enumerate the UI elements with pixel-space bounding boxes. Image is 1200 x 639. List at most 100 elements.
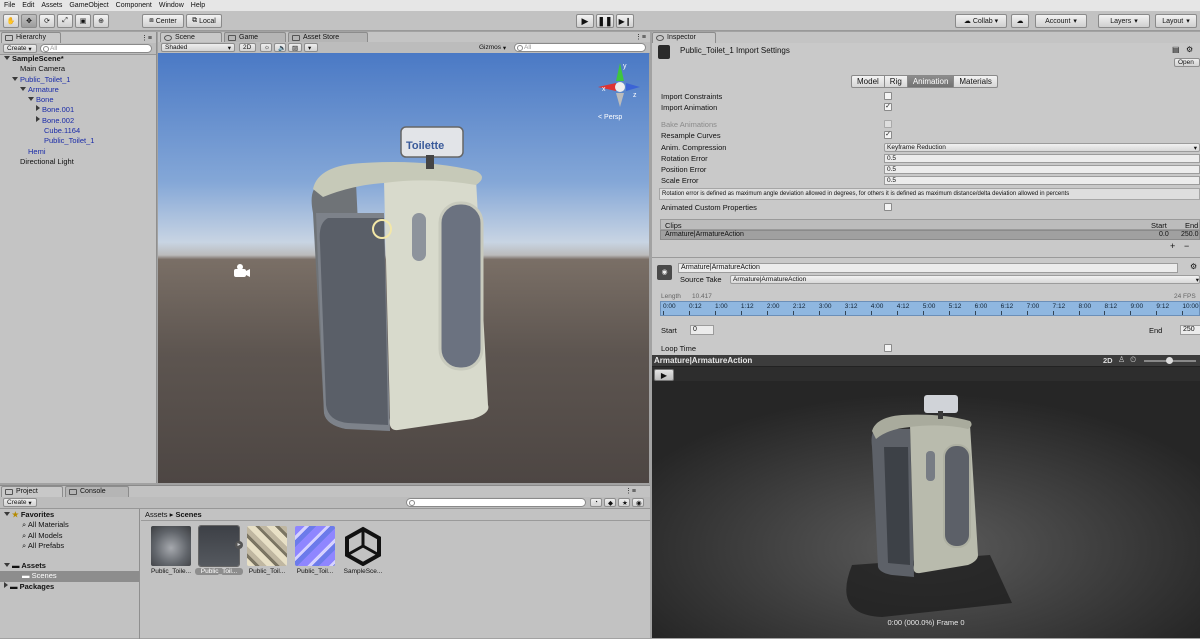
scene-view[interactable]: Toilette x y z < Persp: [158, 53, 649, 483]
anim-compression-dropdown[interactable]: Keyframe Reduction ▾: [884, 143, 1200, 152]
animated-custom-properties-checkbox[interactable]: [884, 203, 892, 211]
lighting-toggle[interactable]: ☼: [260, 43, 272, 52]
resample-curves-checkbox[interactable]: ✓: [884, 131, 892, 139]
menu-item-help[interactable]: Help: [191, 2, 205, 9]
hand-tool-button[interactable]: ✋: [3, 14, 19, 28]
animation-preview[interactable]: Armature|ArmatureAction 2D ♙ ⏲ ▶ 0:00 (0…: [652, 355, 1200, 638]
chevron-down-icon[interactable]: [28, 97, 34, 102]
asset-label[interactable]: Public_Toil...: [243, 568, 291, 575]
hierarchy-item[interactable]: Bone.001: [0, 105, 156, 115]
chevron-down-icon[interactable]: [20, 86, 26, 91]
chevron-down-icon[interactable]: [12, 76, 18, 81]
hierarchy-search-input[interactable]: All: [40, 44, 152, 53]
create-dropdown[interactable]: Create ▾: [3, 44, 37, 53]
asset-thumbnail-model[interactable]: [151, 526, 191, 566]
remove-clip-button[interactable]: −: [1184, 241, 1189, 251]
asset-thumbnail-scene[interactable]: [343, 526, 383, 566]
rotate-tool-button[interactable]: ⟳: [39, 14, 55, 28]
asset-label[interactable]: Public_Toil...: [195, 568, 243, 575]
filter-label-button[interactable]: ◆: [604, 498, 616, 507]
menu-item-file[interactable]: File: [4, 2, 15, 9]
tab-rig[interactable]: Rig: [884, 75, 908, 88]
scenes-folder[interactable]: ▬ Scenes: [0, 571, 139, 582]
hierarchy-item[interactable]: Main Camera: [0, 64, 156, 74]
tab-hierarchy[interactable]: Hierarchy: [1, 32, 61, 43]
gizmos-dropdown[interactable]: Gizmos ▾: [476, 43, 512, 52]
rect-tool-button[interactable]: ▣: [75, 14, 91, 28]
step-button[interactable]: ▶❙: [616, 14, 634, 28]
asset-label[interactable]: Public_Toile...: [147, 568, 195, 575]
favorites-item-2[interactable]: ⌕ All Models: [0, 531, 139, 541]
tab-project[interactable]: Project: [1, 486, 63, 497]
settings-icon[interactable]: ⚙: [1190, 262, 1197, 271]
hierarchy-item[interactable]: SampleScene*: [0, 54, 156, 64]
help-icon[interactable]: ▤: [1172, 45, 1180, 54]
start-frame-field[interactable]: 0: [690, 325, 714, 335]
tab-materials[interactable]: Materials: [954, 75, 998, 88]
project-search-input[interactable]: [406, 498, 586, 507]
packages-folder[interactable]: ▬ Packages: [0, 581, 139, 592]
clip-name-field[interactable]: Armature|ArmatureAction: [678, 263, 1178, 273]
import-constraints-checkbox[interactable]: [884, 92, 892, 100]
source-take-dropdown[interactable]: Armature|ArmatureAction ▾: [730, 275, 1200, 284]
import-animation-checkbox[interactable]: ✓: [884, 103, 892, 111]
chevron-right-icon[interactable]: [36, 115, 40, 122]
clip-timeline[interactable]: 0:00 0:12 1:00 1:12 2:00 2:12 3:00 3:12 4:00 4:12…: [660, 301, 1200, 316]
end-frame-field[interactable]: 250: [1180, 325, 1200, 335]
pivot-local-button[interactable]: ⧉ Local: [186, 14, 222, 28]
hierarchy-item[interactable]: Public_Toilet_1: [0, 136, 156, 146]
play-button[interactable]: ▶: [576, 14, 594, 28]
tab-model[interactable]: Model: [851, 75, 885, 88]
hierarchy-item[interactable]: Cube.1164: [0, 126, 156, 136]
pause-button[interactable]: ❚❚: [596, 14, 614, 28]
scene-search-input[interactable]: All: [514, 43, 646, 52]
tab-inspector[interactable]: Inspector: [652, 32, 716, 43]
pivot-center-button[interactable]: ⧈ Center: [142, 14, 184, 28]
open-button[interactable]: Open: [1174, 58, 1200, 67]
asset-thumbnail-normal-map[interactable]: [295, 526, 335, 566]
menu-item-assets[interactable]: Assets: [41, 2, 62, 9]
clip-row-selected[interactable]: Armature|ArmatureAction 0.0 250.0: [660, 230, 1200, 240]
hierarchy-item[interactable]: Bone: [0, 95, 156, 105]
panel-menu-icon[interactable]: ⋮≡: [635, 33, 646, 41]
panel-menu-icon[interactable]: ⋮≡: [141, 34, 152, 42]
asset-thumbnail-model-selected[interactable]: [198, 525, 240, 567]
effects-dropdown[interactable]: ▨: [288, 43, 302, 52]
asset-thumbnail-texture[interactable]: [247, 526, 287, 566]
tab-console[interactable]: Console: [65, 486, 129, 497]
hierarchy-item[interactable]: Armature: [0, 85, 156, 95]
audio-toggle[interactable]: 🔈: [274, 43, 286, 52]
filter-type-button[interactable]: ◔: [590, 498, 602, 507]
hierarchy-item[interactable]: Public_Toilet_1: [0, 75, 156, 85]
menu-item-component[interactable]: Component: [116, 2, 152, 9]
loop-time-checkbox[interactable]: [884, 344, 892, 352]
menu-item-window[interactable]: Window: [159, 2, 184, 9]
hierarchy-item[interactable]: Directional Light: [0, 157, 156, 167]
expand-arrow-icon[interactable]: ▸: [235, 541, 243, 549]
collab-button[interactable]: ☁ Collab ▾: [955, 14, 1007, 28]
favorites-item-3[interactable]: ⌕ All Prefabs: [0, 541, 139, 551]
move-tool-button[interactable]: ✥: [21, 14, 37, 28]
transform-tool-button[interactable]: ⊕: [93, 14, 109, 28]
account-button[interactable]: Account ▾: [1035, 14, 1087, 28]
asset-label[interactable]: SampleSce...: [339, 568, 387, 575]
hidden-packages-button[interactable]: ◉: [632, 498, 644, 507]
scale-error-field[interactable]: 0.5: [884, 176, 1200, 185]
hierarchy-item[interactable]: Hemi: [0, 147, 156, 157]
assets-folder[interactable]: ▬ Assets: [0, 561, 139, 571]
2d-toggle[interactable]: 2D: [239, 43, 256, 52]
perspective-label[interactable]: < Persp: [598, 114, 622, 121]
cloud-button[interactable]: ☁: [1011, 14, 1029, 28]
chevron-down-icon[interactable]: [4, 56, 10, 60]
favorites-item[interactable]: ★ Favorites: [0, 510, 139, 520]
favorite-button[interactable]: ★: [618, 498, 630, 507]
settings-icon[interactable]: ⚙: [1186, 45, 1193, 54]
layers-dropdown[interactable]: Layers ▾: [1098, 14, 1150, 28]
create-dropdown[interactable]: Create ▾: [3, 498, 37, 507]
scene-visibility-dropdown[interactable]: ▾: [304, 43, 318, 52]
layout-dropdown[interactable]: Layout ▾: [1155, 14, 1197, 28]
position-error-field[interactable]: 0.5: [884, 165, 1200, 174]
menu-item-edit[interactable]: Edit: [22, 2, 34, 9]
panel-menu-icon[interactable]: ⋮≡: [625, 487, 636, 495]
asset-label[interactable]: Public_Toil...: [291, 568, 339, 575]
